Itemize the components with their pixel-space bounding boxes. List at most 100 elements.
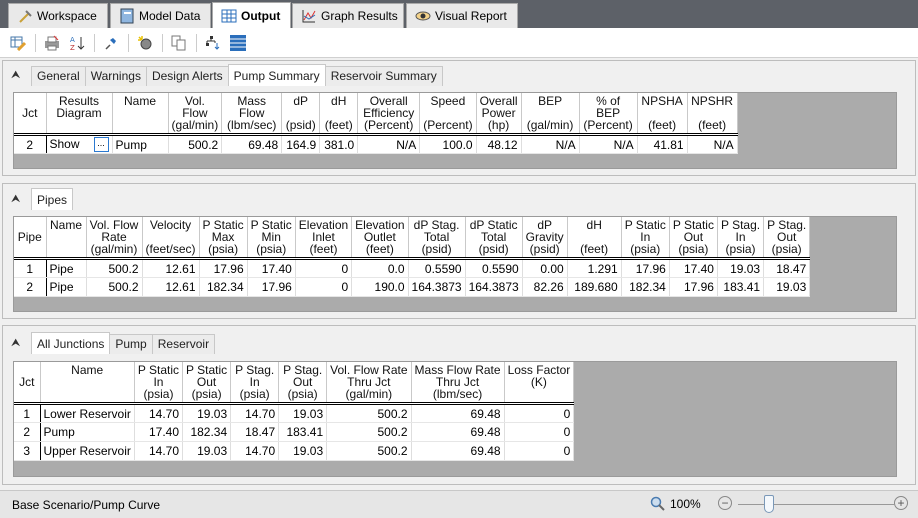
header-text — [44, 388, 131, 400]
column-header[interactable]: P Static Out (psia) — [669, 217, 718, 260]
tab-graph-results[interactable]: Graph Results — [292, 3, 404, 28]
tab-visual-report[interactable]: Visual Report — [406, 3, 518, 28]
header-text: (psia) — [208, 242, 239, 256]
rows-icon[interactable] — [228, 33, 248, 53]
zoom-slider-track[interactable] — [738, 504, 894, 505]
tab-pump[interactable]: Pump — [109, 334, 153, 354]
column-header[interactable]: P Stag. Out (psia) — [763, 217, 811, 260]
junctions-table: Jct Name P Static In (psia) P Static Out (psi… — [14, 362, 575, 461]
table-cell: Show... — [46, 134, 113, 155]
sort-az-icon[interactable]: AZ — [67, 33, 87, 53]
table-row[interactable]: 1 Lower Reservoir 14.70 19.03 14.70 19.03 500.… — [14, 403, 575, 423]
column-header[interactable]: NPSHA (feet) — [637, 93, 688, 136]
tab-general[interactable]: General — [31, 66, 86, 86]
edit-table-icon[interactable] — [8, 33, 28, 53]
table-row[interactable]: 2 Pump 17.40 182.34 18.47 183.41 500.2 69.48 0 — [14, 422, 575, 442]
table-cell: N/A — [687, 134, 738, 155]
header-text: (hp) — [487, 118, 510, 132]
tab-pump-summary[interactable]: Pump Summary — [227, 64, 326, 86]
pump-summary-panel: ⮝ General Warnings Design Alerts Pump Su… — [2, 60, 916, 176]
column-header[interactable]: Elevation Inlet (feet) — [295, 217, 353, 260]
zoom-slider-thumb[interactable] — [764, 495, 775, 513]
column-header[interactable]: P Static Out (psia) — [182, 362, 232, 405]
tab-reservoir-summary[interactable]: Reservoir Summary — [324, 66, 443, 86]
svg-text:Z: Z — [70, 44, 75, 51]
junctions-grid: Jct Name P Static In (psia) P Static Out (psi… — [13, 361, 897, 477]
column-header[interactable]: Vol. Flow (gal/min) — [168, 93, 223, 136]
column-header[interactable]: Results Diagram — [46, 93, 113, 136]
table-cell: 164.3873 — [408, 277, 466, 297]
tab-label: Workspace — [37, 9, 97, 23]
column-header[interactable]: Pipe — [14, 217, 47, 260]
pipes-panel-tabs: Pipes — [31, 188, 74, 210]
column-header[interactable]: dH (feet) — [567, 217, 622, 260]
table-cell: 2 — [14, 277, 47, 297]
tab-design-alerts[interactable]: Design Alerts — [145, 66, 229, 86]
column-header[interactable]: Jct — [14, 93, 47, 136]
table-row[interactable]: 1 Pipe 500.2 12.61 17.96 17.40 0 0.0 0.5590 0.559… — [14, 258, 811, 278]
tab-warnings[interactable]: Warnings — [84, 66, 147, 86]
table-row[interactable]: 2 Show... Pump 500.2 69.48 164.9 381.0 N/A 100.0… — [14, 134, 738, 155]
column-header[interactable]: Mass Flow (lbm/sec) — [221, 93, 283, 136]
highlight-icon[interactable] — [135, 33, 155, 53]
table-cell: 12.61 — [142, 258, 200, 278]
column-header[interactable]: Overall Power (hp) — [476, 93, 522, 136]
column-header[interactable]: P Static Max (psia) — [199, 217, 248, 260]
table-cell: 82.26 — [522, 277, 568, 297]
column-header[interactable]: Velocity (feet/sec) — [142, 217, 200, 260]
column-header[interactable]: P Stag. In (psia) — [230, 362, 280, 405]
column-header[interactable]: dP Gravity (psid) — [522, 217, 568, 260]
column-header[interactable]: dH (feet) — [319, 93, 359, 136]
header-text: (psid) — [478, 242, 509, 256]
copy-icon[interactable] — [169, 33, 189, 53]
table-row[interactable]: 3 Upper Reservoir 14.70 19.03 14.70 19.03 500.… — [14, 441, 575, 461]
toolbar-separator — [128, 33, 129, 52]
table-cell: 164.3873 — [465, 277, 523, 297]
collapse-icon[interactable]: ⮝ — [11, 337, 20, 350]
collapse-icon[interactable]: ⮝ — [11, 69, 20, 82]
column-header[interactable]: Jct — [14, 362, 41, 405]
tab-model-data[interactable]: Model Data — [110, 3, 211, 28]
header-text: (psid) — [529, 242, 560, 256]
column-header[interactable]: Loss Factor (K) — [504, 362, 575, 405]
column-header[interactable]: Vol. Flow Rate Thru Jct (gal/min) — [326, 362, 412, 405]
zoom-out-button[interactable]: − — [718, 496, 732, 510]
column-header[interactable]: P Static In (psia) — [621, 217, 670, 260]
column-header[interactable]: Speed (Percent) — [419, 93, 477, 136]
column-header[interactable]: P Stag. In (psia) — [717, 217, 765, 260]
tab-all-junctions[interactable]: All Junctions — [31, 332, 111, 354]
column-header[interactable]: Vol. Flow Rate (gal/min) — [86, 217, 143, 260]
pin-icon[interactable] — [101, 33, 121, 53]
column-header[interactable]: Name — [112, 93, 169, 136]
table-cell: Lower Reservoir — [40, 403, 135, 423]
zoom-in-button[interactable]: + — [894, 496, 908, 510]
tab-workspace[interactable]: Workspace — [8, 3, 108, 28]
column-header[interactable]: BEP (gal/min) — [521, 93, 580, 136]
tab-reservoir[interactable]: Reservoir — [151, 334, 216, 354]
collapse-icon[interactable]: ⮝ — [11, 193, 20, 206]
column-header[interactable]: dP Static Total (psid) — [465, 217, 523, 260]
tab-label: Model Data — [139, 9, 201, 23]
column-header[interactable]: NPSHR (feet) — [687, 93, 738, 136]
column-header[interactable]: dP Stag. Total (psid) — [408, 217, 466, 260]
column-header[interactable]: dP (psid) — [281, 93, 321, 136]
header-text: (psia) — [239, 387, 270, 401]
print-icon[interactable] — [42, 33, 62, 53]
header-text: (psid) — [421, 242, 452, 256]
table-cell: 183.41 — [278, 422, 328, 442]
column-header[interactable]: P Static Min (psia) — [247, 217, 296, 260]
column-header[interactable]: Name — [40, 362, 135, 405]
header-text: (psia) — [630, 242, 661, 256]
hierarchy-icon[interactable] — [203, 33, 223, 53]
table-row[interactable]: 2 Pipe 500.2 12.61 182.34 17.96 0 190.0 164.3873… — [14, 277, 811, 297]
column-header[interactable]: Elevation Outlet (feet) — [351, 217, 409, 260]
results-diagram-button[interactable]: ... — [93, 137, 109, 153]
tab-pipes[interactable]: Pipes — [31, 188, 74, 210]
column-header[interactable]: % of BEP (Percent) — [579, 93, 638, 136]
column-header[interactable]: Name — [46, 217, 87, 260]
column-header[interactable]: Mass Flow Rate Thru Jct (lbm/sec) — [411, 362, 505, 405]
column-header[interactable]: P Static In (psia) — [134, 362, 184, 405]
column-header[interactable]: Overall Efficiency (Percent) — [357, 93, 421, 136]
column-header[interactable]: P Stag. Out (psia) — [278, 362, 328, 405]
tab-output[interactable]: Output — [212, 2, 291, 28]
